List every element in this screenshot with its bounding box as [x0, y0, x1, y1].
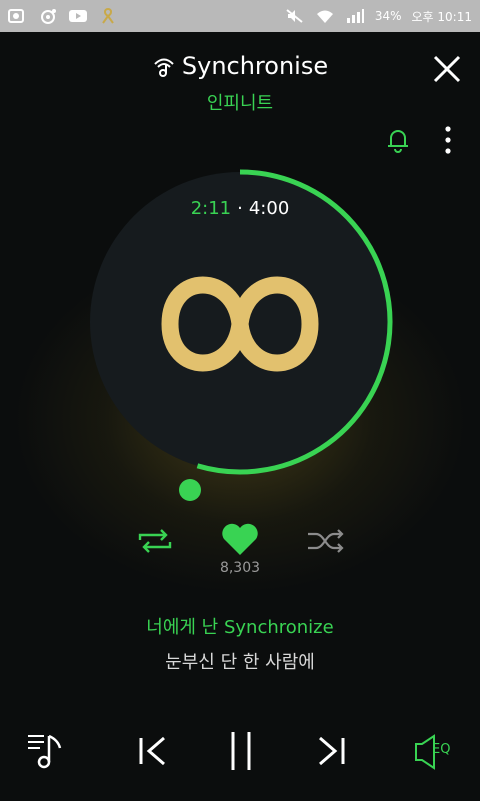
current-lyric[interactable]: 너에게 난 Synchronize [0, 613, 480, 639]
progress-knob[interactable] [179, 479, 201, 501]
time-separator: · [237, 198, 243, 219]
current-time: 2:11 [190, 198, 232, 219]
total-time: 4:00 [248, 198, 290, 219]
time-display: 2:11 · 4:00 [0, 198, 480, 219]
next-lyric[interactable]: 눈부신 단 한 사람에 [0, 648, 480, 674]
shuffle-icon[interactable] [306, 526, 346, 556]
like-count: 8,303 [219, 560, 261, 576]
repeat-icon[interactable] [136, 526, 174, 556]
eq-button[interactable]: EQ [412, 732, 460, 770]
previous-icon[interactable] [136, 734, 170, 768]
next-icon[interactable] [314, 734, 348, 768]
pause-icon[interactable] [226, 730, 256, 772]
album-disc [90, 169, 393, 501]
playlist-icon[interactable] [26, 730, 70, 770]
eq-label: EQ [432, 742, 451, 757]
heart-icon[interactable] [220, 522, 260, 558]
